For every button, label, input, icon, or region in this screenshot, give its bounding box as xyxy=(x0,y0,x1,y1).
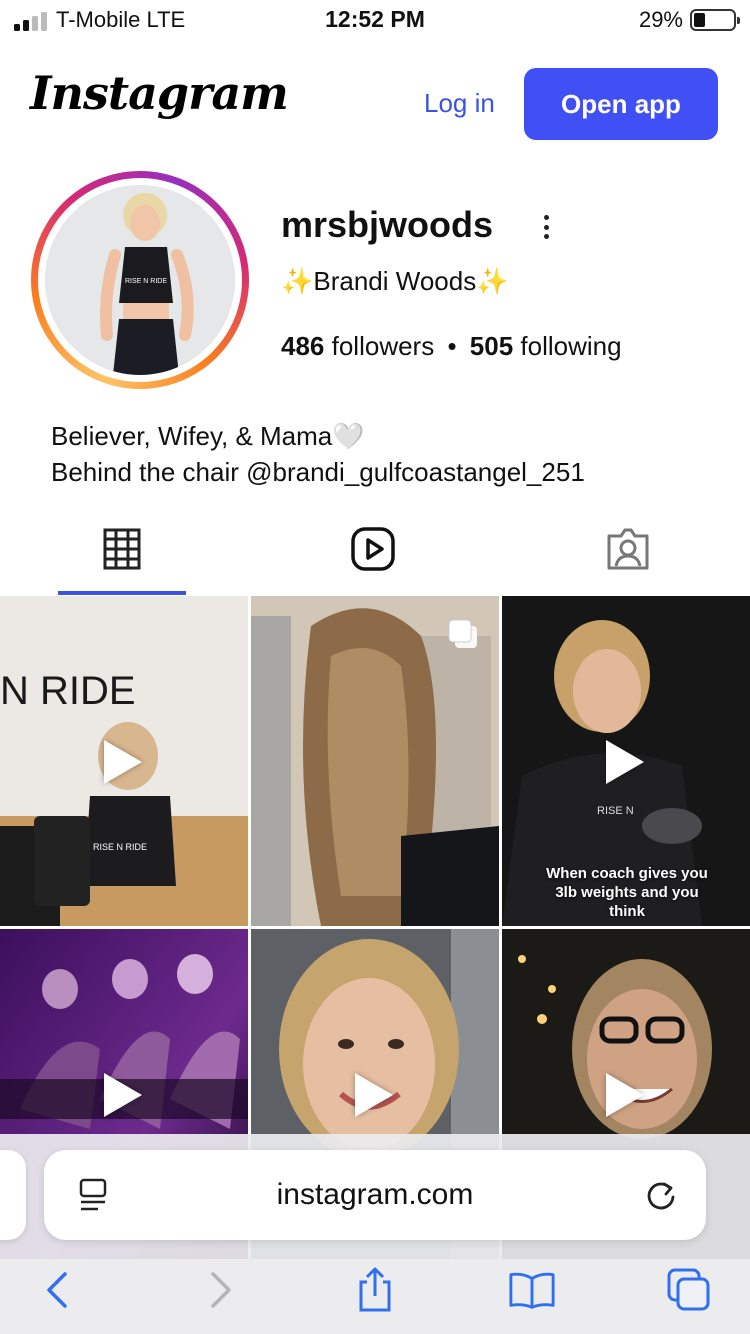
more-options-icon[interactable] xyxy=(534,212,558,242)
forward-button[interactable] xyxy=(196,1266,244,1314)
following-count: 505 xyxy=(469,331,514,361)
play-icon xyxy=(104,740,142,784)
profile-stats: 486 followers • 505 following xyxy=(281,331,622,362)
post-thumbnail[interactable]: N RIDE RISE N RIDE xyxy=(0,596,248,926)
followers-link[interactable]: 486 followers xyxy=(281,331,434,361)
username: mrsbjwoods xyxy=(281,204,494,245)
tabs-icon xyxy=(667,1268,710,1311)
post-shirt-text: RISE N RIDE xyxy=(93,842,147,852)
avatar-story-ring[interactable]: RISE N RIDE xyxy=(31,171,249,389)
back-icon xyxy=(47,1272,67,1308)
reload-icon[interactable] xyxy=(644,1178,678,1212)
share-button[interactable] xyxy=(351,1266,399,1314)
followers-count: 486 xyxy=(281,331,325,361)
carrier-label: T-Mobile LTE xyxy=(56,7,186,32)
status-bar: T-Mobile LTE 12:52 PM 29% xyxy=(0,0,750,44)
bookmarks-icon xyxy=(509,1272,555,1309)
open-app-button[interactable]: Open app xyxy=(524,68,718,140)
battery-percent: 29% xyxy=(638,7,683,32)
post-shirt-text: RISE N xyxy=(597,805,634,817)
avatar: RISE N RIDE xyxy=(45,185,235,375)
tab-tagged[interactable] xyxy=(603,524,653,574)
open-app-label: Open app xyxy=(561,88,681,119)
bio-line-1: Believer, Wifey, & Mama🤍 xyxy=(51,421,365,451)
instagram-logo[interactable]: Instagram xyxy=(30,66,289,120)
carousel-icon xyxy=(448,619,477,648)
tagged-icon xyxy=(607,528,649,570)
post-thumbnail[interactable] xyxy=(251,596,499,926)
tab-posts[interactable] xyxy=(97,524,147,574)
forward-icon xyxy=(211,1272,231,1308)
selected-tab-indicator xyxy=(58,591,186,595)
previous-tab-pill[interactable] xyxy=(0,1150,26,1240)
bio: Believer, Wifey, & Mama🤍 Behind the chai… xyxy=(51,418,585,490)
play-icon xyxy=(606,1073,644,1117)
play-icon xyxy=(355,1073,393,1117)
followers-label: followers xyxy=(331,331,435,361)
play-icon xyxy=(104,1073,142,1117)
share-icon xyxy=(359,1267,391,1312)
display-name: ✨Brandi Woods✨ xyxy=(281,266,509,296)
following-link[interactable]: 505 following xyxy=(470,331,622,361)
post-thumbnail[interactable]: RISE N When coach gives you 3lb weights … xyxy=(502,596,750,926)
battery-icon xyxy=(690,9,740,31)
tab-reels[interactable] xyxy=(348,524,398,574)
url-text: instagram.com xyxy=(276,1178,474,1211)
tabs-button[interactable] xyxy=(665,1266,713,1314)
stats-separator: • xyxy=(447,331,457,361)
following-label: following xyxy=(520,331,622,361)
grid-icon xyxy=(103,528,141,570)
play-icon xyxy=(606,740,644,784)
signal-icon xyxy=(14,11,50,31)
wall-sign-text: N RIDE xyxy=(0,669,136,713)
back-button[interactable] xyxy=(34,1266,82,1314)
login-link[interactable]: Log in xyxy=(424,88,495,119)
bio-line-2: Behind the chair @brandi_gulfcoastangel_… xyxy=(51,457,585,487)
clock: 12:52 PM xyxy=(325,6,425,32)
avatar-shirt-text: RISE N RIDE xyxy=(125,278,167,285)
post-caption: When coach gives you 3lb weights and you… xyxy=(546,865,708,918)
bookmarks-button[interactable] xyxy=(508,1266,556,1314)
address-bar[interactable]: instagram.com xyxy=(44,1150,706,1240)
reels-icon xyxy=(351,527,395,571)
